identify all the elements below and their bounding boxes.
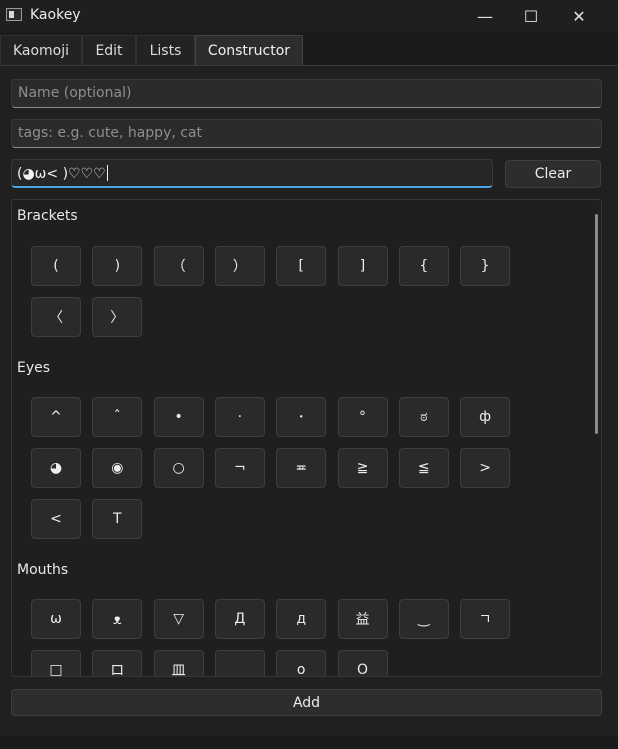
mouths-key[interactable]: ▽	[153, 599, 204, 639]
palette-scrollbar[interactable]	[595, 214, 598, 434]
eyes-key[interactable]: ಠ	[398, 397, 449, 437]
brackets-key[interactable]: [	[276, 246, 327, 286]
tab-lists[interactable]: Lists	[136, 35, 195, 65]
brackets-key[interactable]: (	[31, 246, 81, 286]
text-caret	[106, 165, 108, 181]
maximize-button[interactable]: ☐	[508, 0, 554, 32]
eyes-key[interactable]: ≦	[398, 448, 449, 488]
mouths-key[interactable]: □	[31, 650, 81, 676]
brackets-key[interactable]: ）	[214, 246, 265, 286]
mouths-key[interactable]: o	[276, 650, 327, 676]
tab-bar: Kaomoji Edit Lists Constructor	[0, 32, 618, 66]
tab-kaomoji[interactable]: Kaomoji	[0, 35, 82, 65]
mouths-key[interactable]: O	[337, 650, 388, 676]
brackets-key[interactable]: {	[398, 246, 449, 286]
symbol-palette[interactable]: Brackets () （） []{} 〈〉 Eyes ^ ˆ • · ･ ° ಠ ф ◕ ◉ ○ ¬ ≖ ≧ ≦…	[11, 199, 602, 677]
tags-input[interactable]: tags: e.g. cute, happy, cat	[11, 119, 602, 148]
mouths-key[interactable]: ‿	[398, 599, 449, 639]
eyes-key[interactable]: ¬	[214, 448, 265, 488]
brackets-key[interactable]: 〈	[31, 297, 81, 337]
minimize-button[interactable]: —	[462, 0, 508, 32]
section-title-mouths: Mouths	[17, 562, 69, 578]
eyes-key[interactable]: ^	[31, 397, 81, 437]
mouths-key[interactable]: ω	[31, 599, 81, 639]
eyes-key[interactable]: ◕	[31, 448, 81, 488]
eyes-key[interactable]: T	[92, 499, 143, 539]
title-bar: Kaokey — ☐ ✕	[0, 0, 618, 32]
tab-edit[interactable]: Edit	[82, 35, 136, 65]
eyes-key[interactable]: ○	[153, 448, 204, 488]
section-title-eyes: Eyes	[17, 360, 51, 376]
eyes-key[interactable]: ·	[214, 397, 265, 437]
mouths-key[interactable]: ᴥ	[92, 599, 143, 639]
eyes-key[interactable]: ･	[276, 397, 327, 437]
eyes-key[interactable]: >	[460, 448, 511, 488]
mouths-key[interactable]: ロ	[92, 650, 143, 676]
window-bottom-edge	[0, 736, 618, 749]
eyes-key[interactable]: °	[337, 397, 388, 437]
eyes-key[interactable]: ˆ	[92, 397, 143, 437]
mouths-key[interactable]	[214, 650, 265, 676]
brackets-key[interactable]: （	[153, 246, 204, 286]
brackets-key[interactable]: 〉	[92, 297, 143, 337]
mouths-key[interactable]: д	[276, 599, 327, 639]
eyes-key[interactable]: ф	[460, 397, 511, 437]
window-title: Kaokey	[30, 7, 81, 23]
eyes-key[interactable]: ≖	[276, 448, 327, 488]
close-button[interactable]: ✕	[556, 0, 602, 32]
mouths-key[interactable]: 皿	[153, 650, 204, 676]
clear-button[interactable]: Clear	[505, 160, 601, 188]
app-icon	[6, 8, 22, 21]
kaomoji-compose-input[interactable]: (◕ω< )♡♡♡	[11, 159, 493, 188]
brackets-key[interactable]: }	[460, 246, 511, 286]
eyes-key[interactable]: ◉	[92, 448, 143, 488]
name-input[interactable]: Name (optional)	[11, 79, 602, 108]
section-title-brackets: Brackets	[17, 208, 78, 224]
mouths-key[interactable]: 益	[337, 599, 388, 639]
eyes-key[interactable]: <	[31, 499, 81, 539]
eyes-key[interactable]: •	[153, 397, 204, 437]
tab-constructor[interactable]: Constructor	[195, 35, 303, 65]
brackets-key[interactable]: ]	[337, 246, 388, 286]
mouths-key[interactable]: ㄱ	[460, 599, 511, 639]
compose-value: (◕ω< )♡♡♡	[17, 166, 106, 182]
eyes-key[interactable]: ≧	[337, 448, 388, 488]
mouths-key[interactable]: Д	[214, 599, 265, 639]
add-button[interactable]: Add	[11, 689, 602, 716]
brackets-key[interactable]: )	[92, 246, 143, 286]
